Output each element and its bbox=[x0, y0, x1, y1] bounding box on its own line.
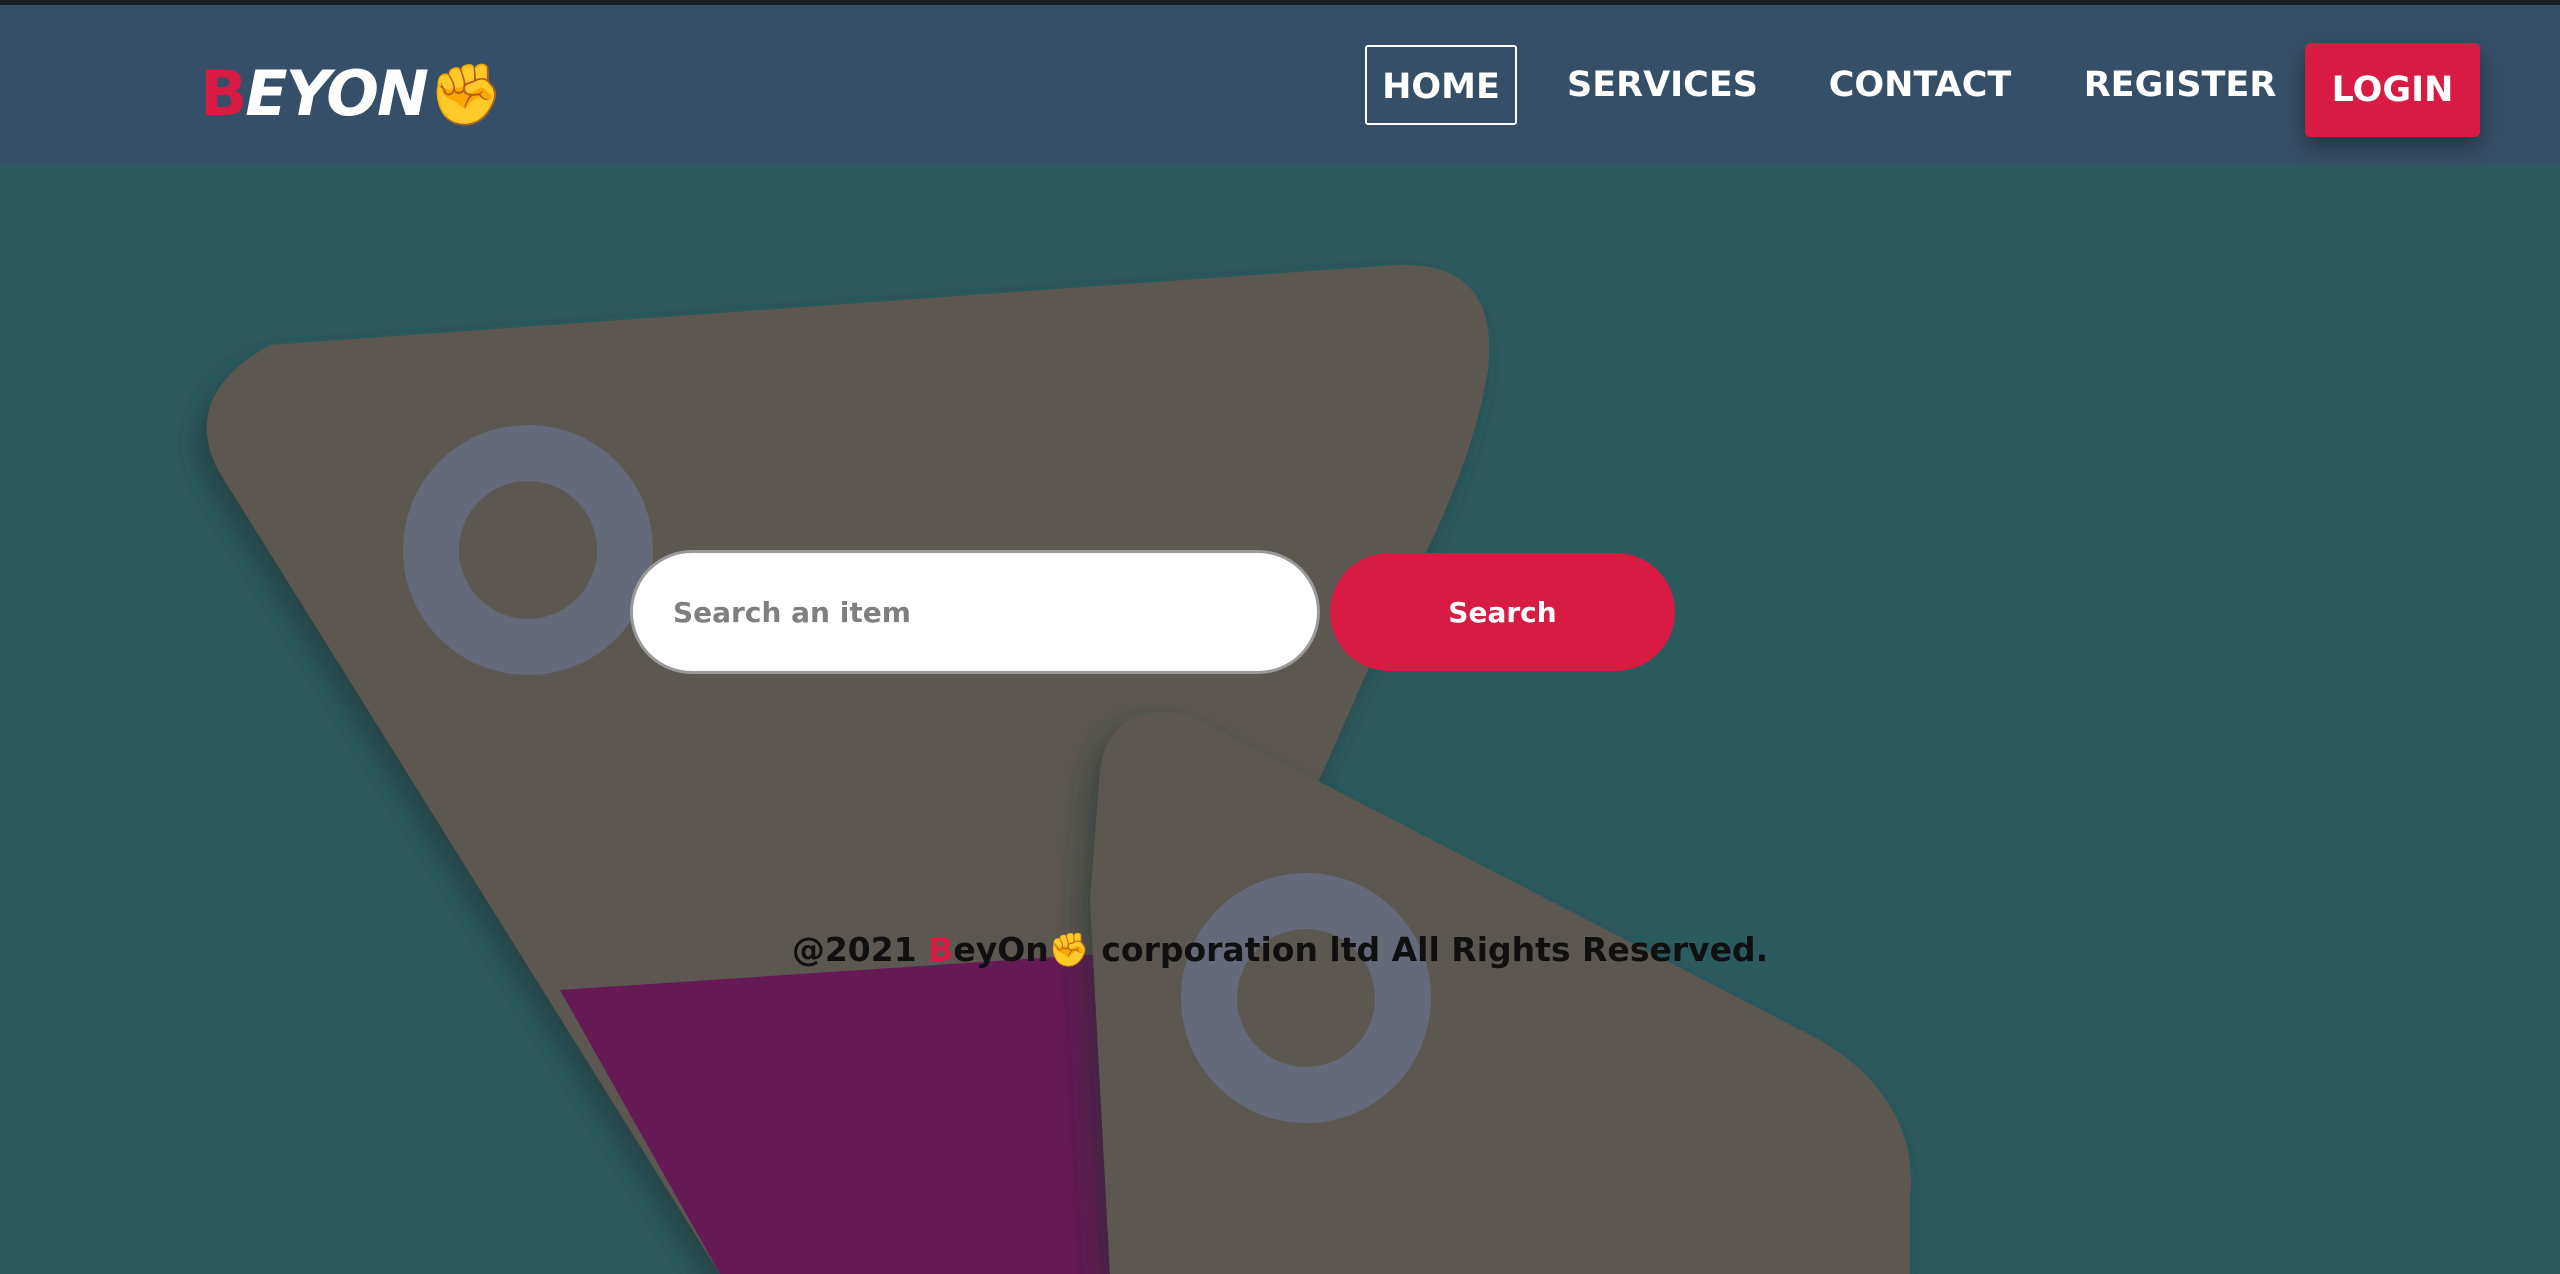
raised-fist-icon: ✊ bbox=[428, 60, 504, 130]
nav-register-link[interactable]: REGISTER bbox=[2075, 45, 2285, 125]
login-button[interactable]: LOGIN bbox=[2305, 43, 2480, 137]
footer-suffix: corporation ltd All Rights Reserved. bbox=[1089, 930, 1769, 969]
search-button[interactable]: Search bbox=[1330, 553, 1675, 671]
footer-copyright: @2021 BeyOn✊ corporation ltd All Rights … bbox=[0, 930, 2560, 970]
footer-brand-first-letter: B bbox=[928, 930, 954, 969]
nav-services-link[interactable]: SERVICES bbox=[1560, 45, 1765, 125]
logo[interactable]: BEYON✊ bbox=[200, 51, 504, 138]
navbar: BEYON✊ HOME SERVICES CONTACT REGISTER LO… bbox=[0, 5, 2560, 165]
footer-brand-rest: eyOn bbox=[953, 930, 1049, 969]
logo-text: EYON bbox=[245, 57, 429, 130]
nav-home-link[interactable]: HOME bbox=[1365, 45, 1517, 125]
page: BEYON✊ HOME SERVICES CONTACT REGISTER LO… bbox=[0, 0, 2560, 1274]
nav-contact-link[interactable]: CONTACT bbox=[1810, 45, 2030, 125]
search-input[interactable] bbox=[630, 550, 1320, 674]
footer-prefix: @2021 bbox=[791, 930, 929, 969]
top-border bbox=[0, 0, 2560, 5]
logo-first-letter: B bbox=[200, 57, 247, 130]
raised-fist-icon: ✊ bbox=[1048, 930, 1090, 969]
